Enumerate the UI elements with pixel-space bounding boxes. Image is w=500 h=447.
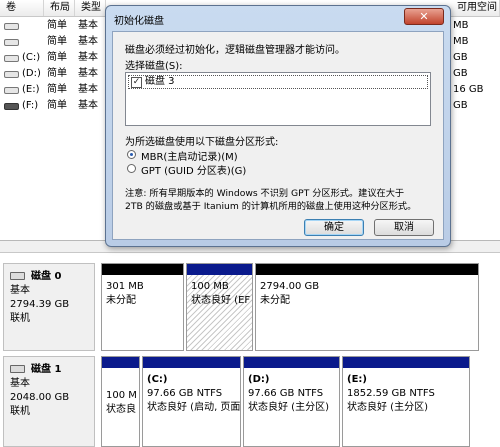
volume-layout: 简单 [47, 52, 67, 63]
partition-size: 2794.00 GB [260, 281, 320, 292]
gpt-note-line-1: 注意: 所有早期版本的 Windows 不识别 GPT 分区形式。建议在大于 [125, 188, 405, 199]
volume-layout: 简单 [47, 36, 67, 47]
volume-type: 基本 [78, 36, 98, 47]
partition-status: 状态良 [106, 404, 136, 415]
partition-bar [343, 357, 469, 368]
disk-type: 基本 [10, 378, 30, 389]
volume-free-space: GB [453, 68, 468, 79]
disk-0-label[interactable]: 磁盘 0 基本 2794.39 GB 联机 [3, 263, 95, 351]
volume-icon [4, 55, 19, 62]
partition-label: (C:) [147, 374, 168, 385]
column-header-free-space[interactable]: 可用空间 [451, 0, 500, 16]
disk-name: 磁盘 0 [31, 271, 62, 282]
partition-bar [244, 357, 339, 368]
volume-free-space: MB [453, 20, 469, 31]
volume-type: 基本 [78, 20, 98, 31]
partition-bar [187, 264, 252, 275]
volume-layout: 简单 [47, 68, 67, 79]
disk-size: 2048.00 GB [10, 392, 70, 403]
gpt-option-label[interactable]: GPT (GUID 分区表)(G) [141, 162, 246, 177]
volume-type: 基本 [78, 52, 98, 63]
partition-status: 状态良好 (主分区) [347, 402, 428, 413]
removable-volume-icon [4, 103, 19, 110]
volume-type: 基本 [78, 68, 98, 79]
dialog-body: 磁盘必须经过初始化，逻辑磁盘管理器才能访问。 选择磁盘(S): ✓ 磁盘 3 为… [112, 31, 444, 240]
disk-icon [10, 365, 25, 373]
disk-listbox[interactable]: ✓ 磁盘 3 [125, 72, 431, 126]
partition-bar [256, 264, 478, 275]
cancel-button[interactable]: 取消 [374, 219, 434, 236]
volume-free-space: GB [453, 52, 468, 63]
disk-checkbox[interactable]: ✓ [131, 77, 142, 88]
partition-size: 97.66 GB NTFS [248, 388, 324, 399]
partition-status: 状态良好 (主分区) [248, 402, 329, 413]
partition-size: 100 M [106, 390, 137, 401]
disk-status: 联机 [10, 406, 30, 417]
disk-type: 基本 [10, 285, 30, 296]
dialog-title: 初始化磁盘 [114, 16, 164, 27]
disk-list-item[interactable]: ✓ 磁盘 3 [128, 75, 428, 89]
volume-free-space: MB [453, 36, 469, 47]
partition-bar [102, 357, 139, 368]
volume-name: (F:) [22, 100, 39, 111]
partition-style-label: 为所选磁盘使用以下磁盘分区形式: [125, 137, 279, 148]
partition-unallocated[interactable]: 2794.00 GB 未分配 [255, 263, 479, 351]
column-header-type[interactable]: 类型 [75, 0, 106, 16]
column-header-volume[interactable]: 卷 [0, 0, 44, 16]
volume-layout: 简单 [47, 100, 67, 111]
disk-status: 联机 [10, 313, 30, 324]
volume-icon [4, 71, 19, 78]
partition-status: 状态良好 (启动, 页面 [147, 402, 241, 413]
column-header-layout[interactable]: 布局 [44, 0, 75, 16]
mbr-radio[interactable] [127, 150, 136, 159]
volume-icon [4, 87, 19, 94]
volume-layout: 简单 [47, 20, 67, 31]
volume-free-space: GB [453, 100, 468, 111]
volume-name: (E:) [22, 84, 40, 95]
partition-size: 100 MB [191, 281, 229, 292]
partition-efi[interactable]: 100 MB 状态良好 (EF [186, 263, 253, 351]
partition-size: 97.66 GB NTFS [147, 388, 223, 399]
partition-d[interactable]: (D:) 97.66 GB NTFS 状态良好 (主分区) [243, 356, 340, 447]
partition-size: 301 MB [106, 281, 144, 292]
partition-status: 未分配 [106, 295, 136, 306]
gpt-note-line-2: 2TB 的磁盘或基于 Itanium 的计算机所用的磁盘上使用这种分区形式。 [125, 201, 417, 212]
dialog-intro-text: 磁盘必须经过初始化，逻辑磁盘管理器才能访问。 [125, 45, 345, 56]
partition-label: (D:) [248, 374, 270, 385]
partition-e[interactable]: (E:) 1852.59 GB NTFS 状态良好 (主分区) [342, 356, 470, 447]
disk-size: 2794.39 GB [10, 299, 70, 310]
volume-layout: 简单 [47, 84, 67, 95]
partition-bar [102, 264, 183, 275]
close-button[interactable]: ✕ [404, 8, 444, 25]
volume-name: (C:) [22, 52, 41, 63]
ok-button[interactable]: 确定 [304, 219, 364, 236]
partition-label: (E:) [347, 374, 367, 385]
volume-type: 基本 [78, 100, 98, 111]
volume-name: (D:) [22, 68, 41, 79]
volume-icon [4, 23, 19, 30]
gpt-radio[interactable] [127, 164, 136, 173]
disk-1-label[interactable]: 磁盘 1 基本 2048.00 GB 联机 [3, 356, 95, 447]
disk-row-0: 磁盘 0 基本 2794.39 GB 联机 301 MB 未分配 100 MB 状态… [0, 263, 500, 351]
disk-row-1: 磁盘 1 基本 2048.00 GB 联机 100 M 状态良 (C:) 97.66… [0, 356, 500, 447]
disk-name: 磁盘 1 [31, 364, 62, 375]
disk-graphical-view: 磁盘 0 基本 2794.39 GB 联机 301 MB 未分配 100 MB 状态… [0, 252, 500, 447]
select-disk-label: 选择磁盘(S): [125, 61, 183, 72]
volume-free-space: 16 GB [453, 84, 484, 95]
volume-icon [4, 39, 19, 46]
partition-size: 1852.59 GB NTFS [347, 388, 435, 399]
mbr-option-label[interactable]: MBR(主启动记录)(M) [141, 148, 238, 163]
partition-unallocated[interactable]: 301 MB 未分配 [101, 263, 184, 351]
partition-c[interactable]: (C:) 97.66 GB NTFS 状态良好 (启动, 页面 [142, 356, 241, 447]
disk-item-label: 磁盘 3 [145, 76, 175, 87]
disk-icon [10, 272, 25, 280]
initialize-disk-dialog: 初始化磁盘 ✕ 磁盘必须经过初始化，逻辑磁盘管理器才能访问。 选择磁盘(S): … [105, 5, 451, 247]
partition-system-reserved[interactable]: 100 M 状态良 [101, 356, 140, 447]
partition-bar [143, 357, 240, 368]
partition-status: 状态良好 (EF [191, 295, 251, 306]
partition-status: 未分配 [260, 295, 290, 306]
volume-type: 基本 [78, 84, 98, 95]
